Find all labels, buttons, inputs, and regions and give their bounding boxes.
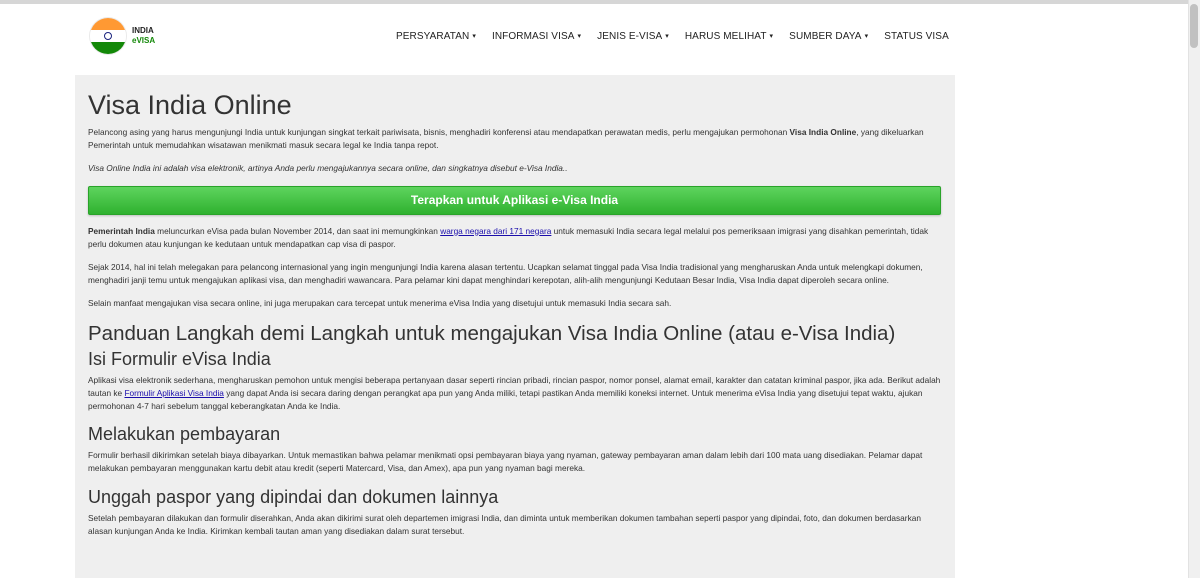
- india-flag-icon: [90, 18, 126, 54]
- intro-bold: Visa India Online: [789, 127, 857, 137]
- nav-item-sumber-daya[interactable]: SUMBER DAYA ▾: [789, 31, 868, 42]
- chevron-down-icon: ▾: [472, 33, 476, 40]
- nav-item-label: SUMBER DAYA: [789, 31, 862, 42]
- step2-heading: Melakukan pembayaran: [88, 424, 281, 445]
- logo-line-2: eVISA: [132, 36, 156, 45]
- site-logo[interactable]: INDIA eVISA: [90, 18, 155, 54]
- step3-heading: Unggah paspor yang dipindai dan dokumen …: [88, 486, 499, 507]
- eligible-countries-link[interactable]: warga negara dari 171 negara: [440, 226, 551, 236]
- paragraph-bold: Pemerintah India: [88, 225, 155, 236]
- guide-heading: Panduan Langkah demi Langkah untuk menga…: [88, 321, 896, 345]
- main-content: Visa India Online Pelancong asing yang h…: [75, 75, 955, 578]
- application-form-link[interactable]: Formulir Aplikasi Visa India: [124, 388, 223, 398]
- nav-item-harus-melihat[interactable]: HARUS MELIHAT ▾: [685, 31, 773, 42]
- nav-item-jenis-evisa[interactable]: JENIS E-VISA ▾: [597, 31, 669, 42]
- logo-text: INDIA eVISA: [132, 26, 155, 46]
- chevron-down-icon: ▾: [864, 33, 869, 40]
- chevron-down-icon: ▾: [769, 33, 774, 40]
- nav-item-label: HARUS MELIHAT: [684, 31, 767, 42]
- scrollbar-thumb[interactable]: [1190, 4, 1198, 48]
- step2-paragraph: Formulir berhasil dikirimkan setelah bia…: [88, 450, 923, 474]
- page-title: Visa India Online: [88, 90, 292, 120]
- logo-line-1: INDIA: [132, 26, 154, 35]
- step3-paragraph: Setelah pembayaran dilakukan dan formuli…: [88, 512, 921, 536]
- main-nav: PERSYARATAN ▾ INFORMASI VISA ▾ JENIS E-VIS…: [396, 31, 965, 42]
- page-scrollbar[interactable]: [1188, 0, 1200, 578]
- nav-item-label: STATUS VISA: [884, 31, 949, 42]
- site-header: INDIA eVISA PERSYARATAN ▾ INFORMASI VISA ▾…: [0, 4, 1188, 70]
- nav-item-label: JENIS E-VISA: [597, 31, 663, 42]
- paragraph-benefits: Selain manfaat mengajukan visa secara on…: [88, 298, 672, 309]
- apply-evisa-button[interactable]: Terapkan untuk Aplikasi e-Visa India: [88, 185, 941, 215]
- nav-item-label: INFORMASI VISA: [491, 31, 575, 42]
- chevron-down-icon: ▾: [665, 33, 669, 40]
- paragraph-launch: Pemerintah India meluncurkan eVisa pada …: [88, 225, 941, 251]
- intro-paragraph: Pelancong asing yang harus mengunjungi I…: [88, 126, 941, 152]
- step1-heading: Isi Formulir eVisa India: [88, 348, 271, 369]
- step1-paragraph: Aplikasi visa elektronik sederhana, meng…: [88, 374, 941, 414]
- intro-text: Pelancong asing yang harus mengunjungi I…: [88, 127, 790, 137]
- nav-item-label: PERSYARATAN: [396, 31, 470, 42]
- paragraph-since-2014: Sejak 2014, hal ini telah melegakan para…: [88, 262, 923, 286]
- paragraph-text: meluncurkan eVisa pada bulan November 20…: [154, 225, 441, 236]
- nav-item-informasi-visa[interactable]: INFORMASI VISA ▾: [492, 31, 581, 42]
- chevron-down-icon: ▾: [577, 33, 582, 40]
- nav-item-persyaratan[interactable]: PERSYARATAN ▾: [396, 31, 476, 42]
- nav-item-status-visa[interactable]: STATUS VISA: [884, 31, 949, 42]
- italic-note: Visa Online India ini adalah visa elektr…: [88, 163, 568, 174]
